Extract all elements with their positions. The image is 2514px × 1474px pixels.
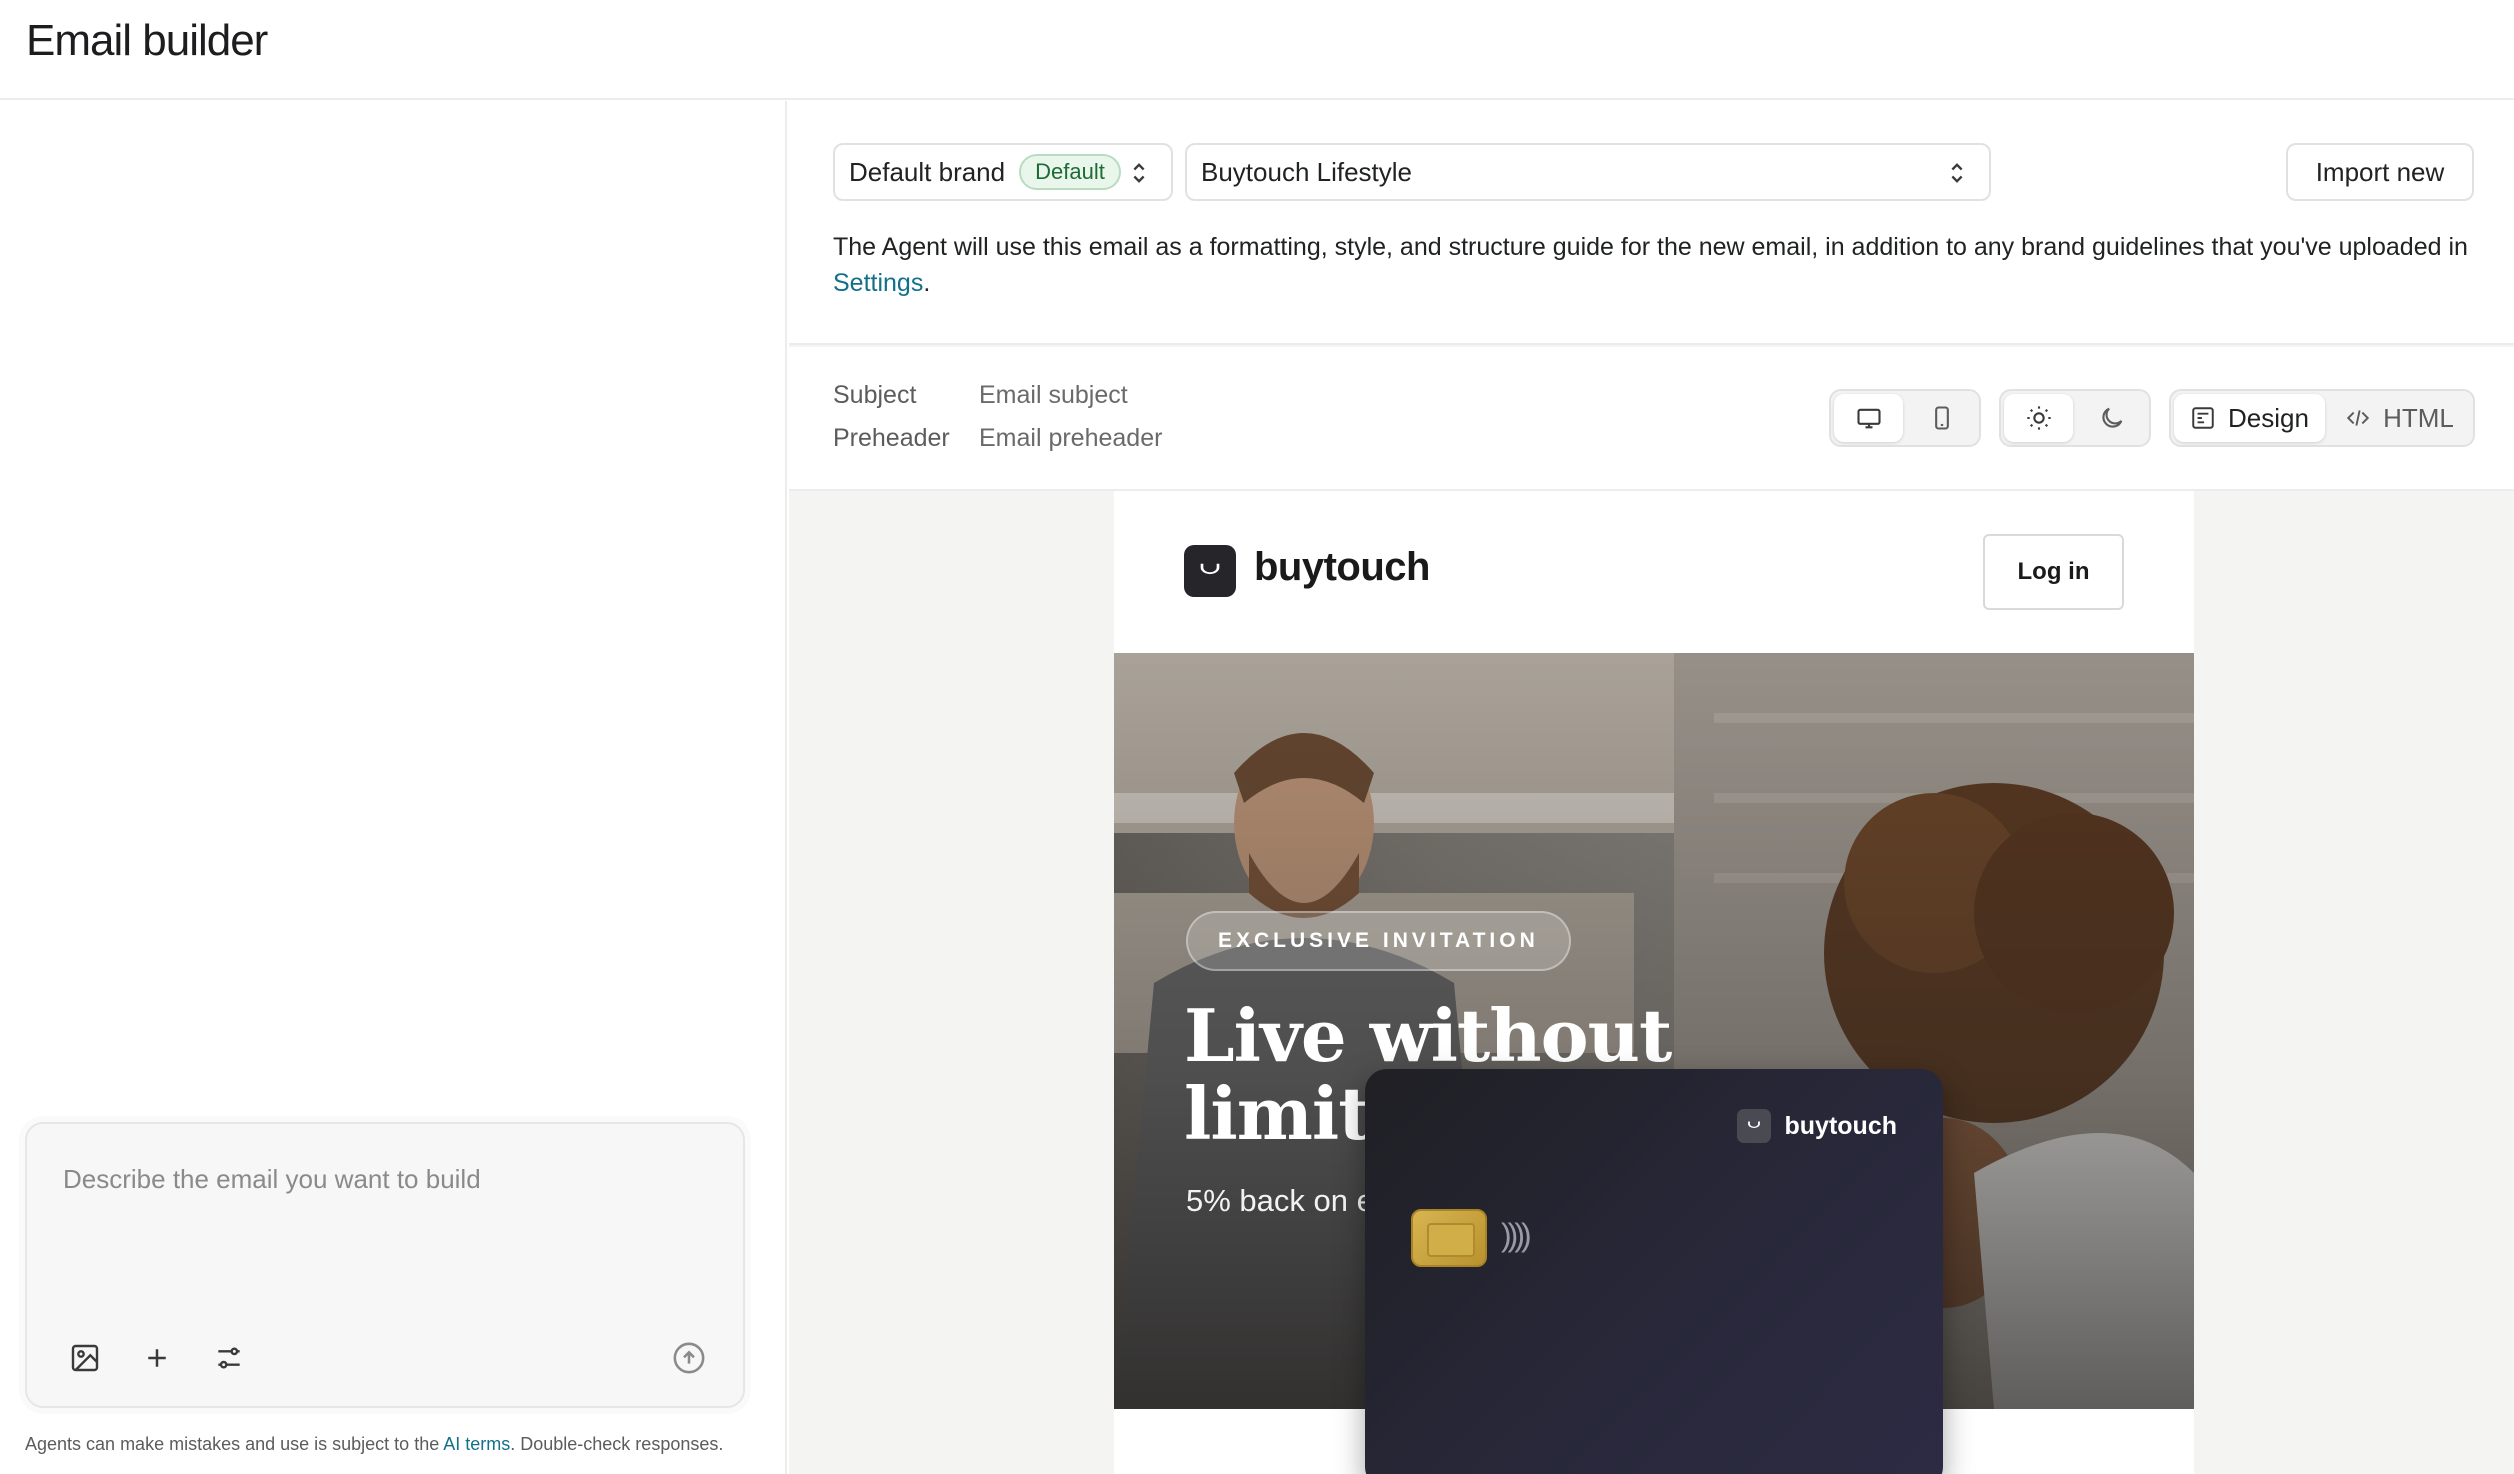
logo-icon: [1200, 563, 1220, 575]
chevron-updown-icon: [1133, 163, 1145, 183]
plus-icon: [148, 1349, 166, 1367]
mobile-view-button[interactable]: [1907, 394, 1976, 442]
dark-theme-button[interactable]: [2077, 394, 2146, 442]
template-config: Default brand Default Buytouch Lifestyle…: [789, 101, 2514, 345]
attach-image-button[interactable]: [63, 1336, 107, 1380]
email-preview-panel: Default brand Default Buytouch Lifestyle…: [789, 101, 2514, 1474]
template-select-value: Buytouch Lifestyle: [1201, 156, 1413, 187]
subject-label: Subject: [833, 381, 917, 409]
import-new-button[interactable]: Import new: [2286, 143, 2474, 201]
default-badge: Default: [1019, 154, 1121, 190]
logo-icon: [1747, 1121, 1760, 1128]
sliders-icon: [218, 1347, 240, 1369]
exclusive-invitation-pill: EXCLUSIVE INVITATION: [1186, 911, 1571, 971]
email-canvas: buytouch Log in EXCLUSIVE INVITATION Liv…: [789, 491, 2514, 1474]
log-in-button[interactable]: Log in: [1983, 534, 2124, 610]
top-bar: Email builder: [0, 0, 2514, 100]
code-icon: [2346, 410, 2370, 426]
credit-card-graphic: buytouch )))): [1365, 1069, 1943, 1474]
send-button[interactable]: [667, 1336, 711, 1380]
disclaimer-text-end: . Double-check responses.: [510, 1434, 724, 1454]
arrow-up-circle-icon: [673, 1342, 705, 1374]
theme-toggle: [1999, 389, 2151, 447]
light-theme-button[interactable]: [2004, 394, 2073, 442]
disclaimer-text: Agents can make mistakes and use is subj…: [25, 1434, 444, 1454]
brand-select-value: Default brand: [849, 156, 1006, 187]
buytouch-logo-text: buytouch: [1254, 545, 1430, 589]
subject-value[interactable]: Email subject: [979, 381, 1128, 410]
preheader-label: Preheader: [833, 424, 950, 452]
image-icon: [71, 1344, 99, 1372]
chevron-updown-icon: [1951, 163, 1963, 183]
template-help-text: The Agent will use this email as a forma…: [833, 229, 2493, 301]
html-mode-button[interactable]: HTML: [2329, 394, 2470, 442]
device-toggle: [1829, 389, 1981, 447]
design-mode-label: Design: [2228, 402, 2309, 433]
template-select[interactable]: Buytouch Lifestyle: [1185, 143, 1991, 201]
page-title: Email builder: [26, 16, 268, 65]
prompt-input[interactable]: [63, 1164, 703, 1195]
prompt-composer: [25, 1122, 745, 1408]
desktop-icon: [1856, 408, 1881, 429]
mobile-icon: [1934, 406, 1949, 430]
buytouch-logo-mark: [1184, 545, 1236, 597]
design-icon: [2192, 407, 2214, 429]
settings-link[interactable]: Settings: [833, 269, 923, 297]
contactless-icon: )))): [1501, 1217, 1532, 1253]
ai-disclaimer: Agents can make mistakes and use is subj…: [25, 1434, 723, 1455]
add-button[interactable]: [135, 1336, 179, 1380]
sun-icon: [2026, 406, 2051, 430]
settings-adjust-button[interactable]: [207, 1336, 251, 1380]
card-chip: [1411, 1209, 1487, 1267]
help-text: The Agent will use this email as a forma…: [833, 233, 2468, 261]
html-mode-label: HTML: [2383, 402, 2454, 433]
card-logo-text: buytouch: [1784, 1111, 1898, 1140]
mode-toggle: Design HTML: [2169, 389, 2475, 447]
email-preview: buytouch Log in EXCLUSIVE INVITATION Liv…: [1114, 491, 2194, 1474]
help-text-end: .: [923, 269, 931, 297]
brand-select[interactable]: Default brand Default: [833, 143, 1173, 201]
email-header: buytouch Log in: [1114, 491, 2194, 653]
ai-terms-link[interactable]: AI terms: [443, 1434, 510, 1454]
preheader-value[interactable]: Email preheader: [979, 424, 1162, 453]
card-logo-mark: [1736, 1109, 1771, 1143]
card-logo: buytouch: [1736, 1109, 1898, 1143]
moon-icon: [2101, 407, 2122, 428]
design-mode-button[interactable]: Design: [2174, 394, 2325, 442]
email-meta: Subject Email subject Preheader Email pr…: [789, 347, 2514, 491]
desktop-view-button[interactable]: [1834, 394, 1903, 442]
